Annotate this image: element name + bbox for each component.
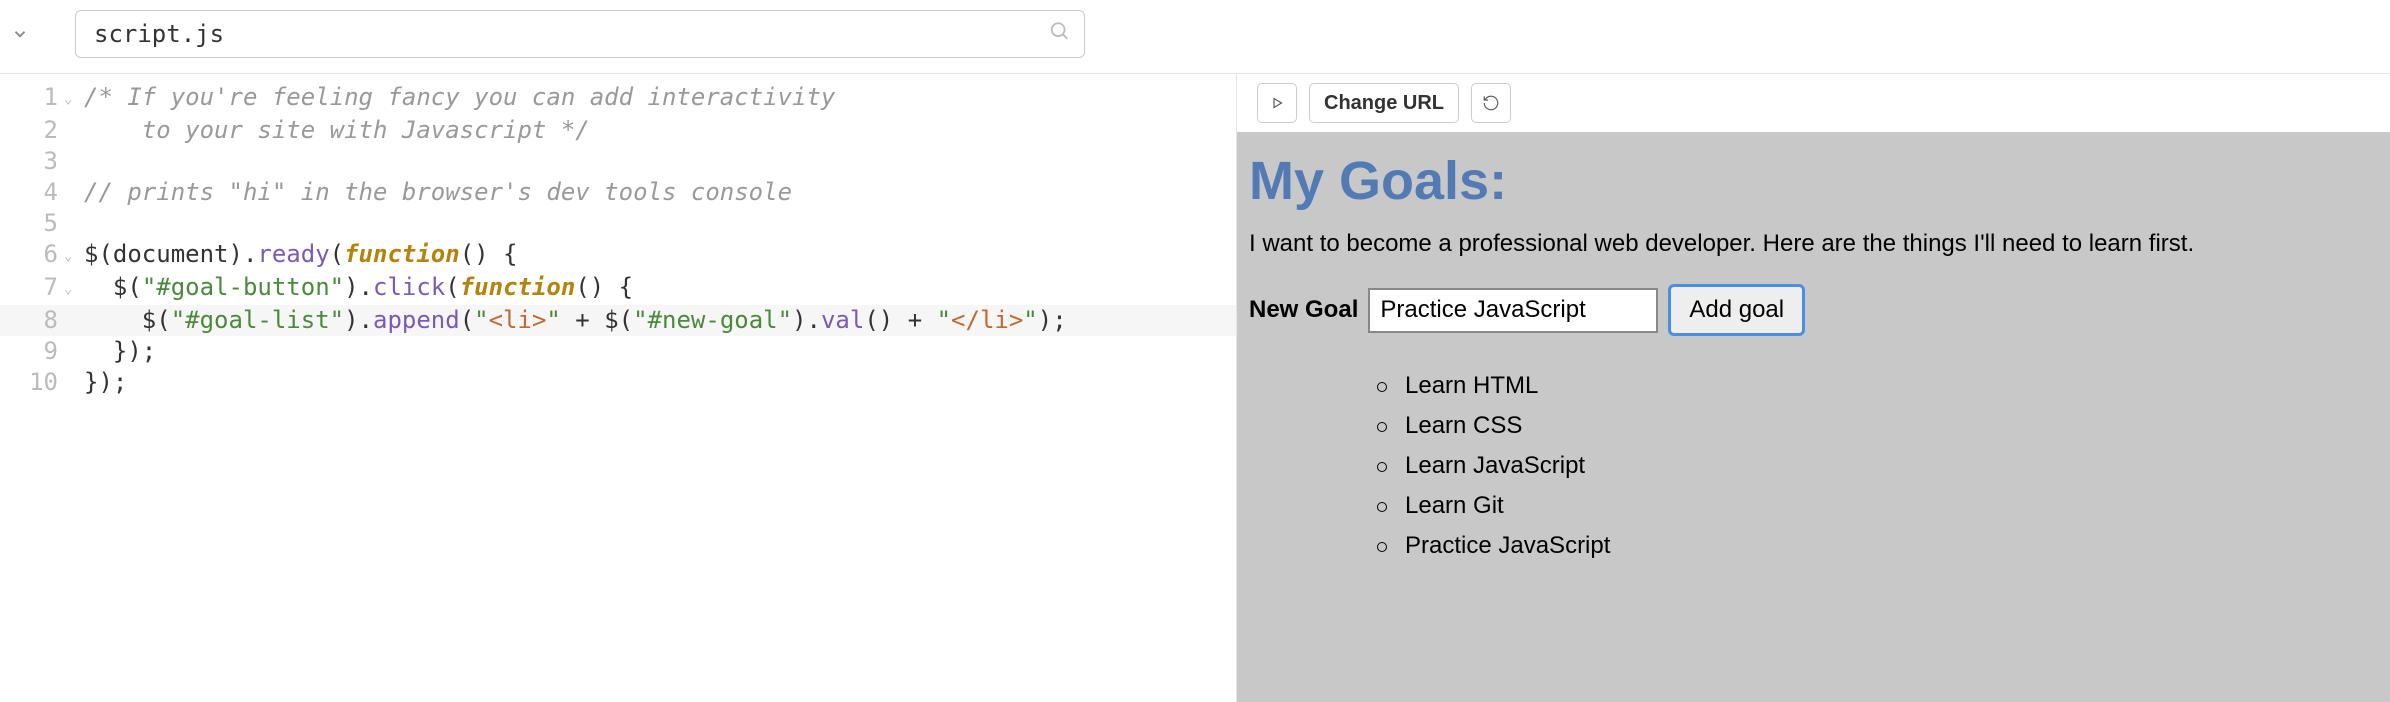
code-text[interactable]: /* If you're feeling fancy you can add i… [78,82,835,115]
code-text[interactable]: }); [78,367,127,398]
fold-toggle-icon[interactable]: ⌄ [64,272,78,305]
code-text[interactable] [78,208,84,239]
code-line[interactable]: 2 to your site with Javascript */ [0,115,1236,146]
fold-toggle-icon [64,115,78,146]
new-goal-form: New Goal Add goal [1249,284,2390,336]
fold-toggle-icon [64,208,78,239]
add-goal-button[interactable]: Add goal [1668,284,1805,336]
fold-toggle-icon [64,367,78,398]
code-line[interactable]: 9 }); [0,336,1236,367]
goal-list: Learn HTMLLearn CSSLearn JavaScriptLearn… [1377,366,2390,566]
fold-toggle-icon [64,305,78,336]
new-goal-label: New Goal [1249,296,1358,324]
code-text[interactable]: $("#goal-list").append("<li>" + $("#new-… [78,305,1067,336]
code-line[interactable]: 7⌄ $("#goal-button").click(function() { [0,272,1236,305]
preview-toolbar: Change URL [1237,74,2390,132]
code-text[interactable]: // prints "hi" in the browser's dev tool… [78,177,792,208]
fold-toggle-icon[interactable]: ⌄ [64,239,78,272]
line-number: 8 [0,305,64,336]
list-item: Learn Git [1377,486,2390,526]
code-line[interactable]: 3 [0,146,1236,177]
code-text[interactable]: $(document).ready(function() { [78,239,518,272]
line-number: 6 [0,239,64,272]
filename-input[interactable] [75,10,1085,58]
fold-toggle-icon [64,336,78,367]
change-url-button[interactable]: Change URL [1309,83,1459,123]
new-goal-input[interactable] [1368,288,1658,333]
line-number: 10 [0,367,64,398]
search-icon[interactable] [1049,21,1071,48]
list-item: Learn JavaScript [1377,446,2390,486]
main-split: 1⌄/* If you're feeling fancy you can add… [0,73,2390,702]
code-line[interactable]: 5 [0,208,1236,239]
line-number: 2 [0,115,64,146]
code-line[interactable]: 4 // prints "hi" in the browser's dev too… [0,177,1236,208]
refresh-button[interactable] [1471,83,1511,123]
code-text[interactable]: $("#goal-button").click(function() { [78,272,633,305]
line-number: 1 [0,82,64,115]
fold-toggle-icon [64,177,78,208]
play-button[interactable] [1257,83,1297,123]
line-number: 7 [0,272,64,305]
top-bar [0,0,2390,73]
code-editor[interactable]: 1⌄/* If you're feeling fancy you can add… [0,73,1236,702]
list-item: Learn CSS [1377,406,2390,446]
code-line[interactable]: 1⌄/* If you're feeling fancy you can add… [0,82,1236,115]
line-number: 5 [0,208,64,239]
page-title: My Goals: [1249,150,2390,212]
code-line[interactable]: 10}); [0,367,1236,398]
fold-toggle-icon [64,146,78,177]
list-item: Learn HTML [1377,366,2390,406]
fold-toggle-icon[interactable]: ⌄ [64,82,78,115]
line-number: 9 [0,336,64,367]
code-text[interactable]: }); [78,336,156,367]
filename-search-wrap [75,10,1085,58]
page-description: I want to become a professional web deve… [1249,230,2390,258]
chevron-down-icon[interactable] [10,24,30,44]
code-line[interactable]: 8 $("#goal-list").append("<li>" + $("#ne… [0,305,1236,336]
line-number: 4 [0,177,64,208]
preview-body: My Goals: I want to become a professiona… [1237,132,2390,702]
code-line[interactable]: 6⌄$(document).ready(function() { [0,239,1236,272]
line-number: 3 [0,146,64,177]
list-item: Practice JavaScript [1377,526,2390,566]
code-text[interactable] [78,146,84,177]
code-text[interactable]: to your site with Javascript */ [78,115,590,146]
preview-pane: Change URL My Goals: I want to become a … [1236,73,2390,702]
